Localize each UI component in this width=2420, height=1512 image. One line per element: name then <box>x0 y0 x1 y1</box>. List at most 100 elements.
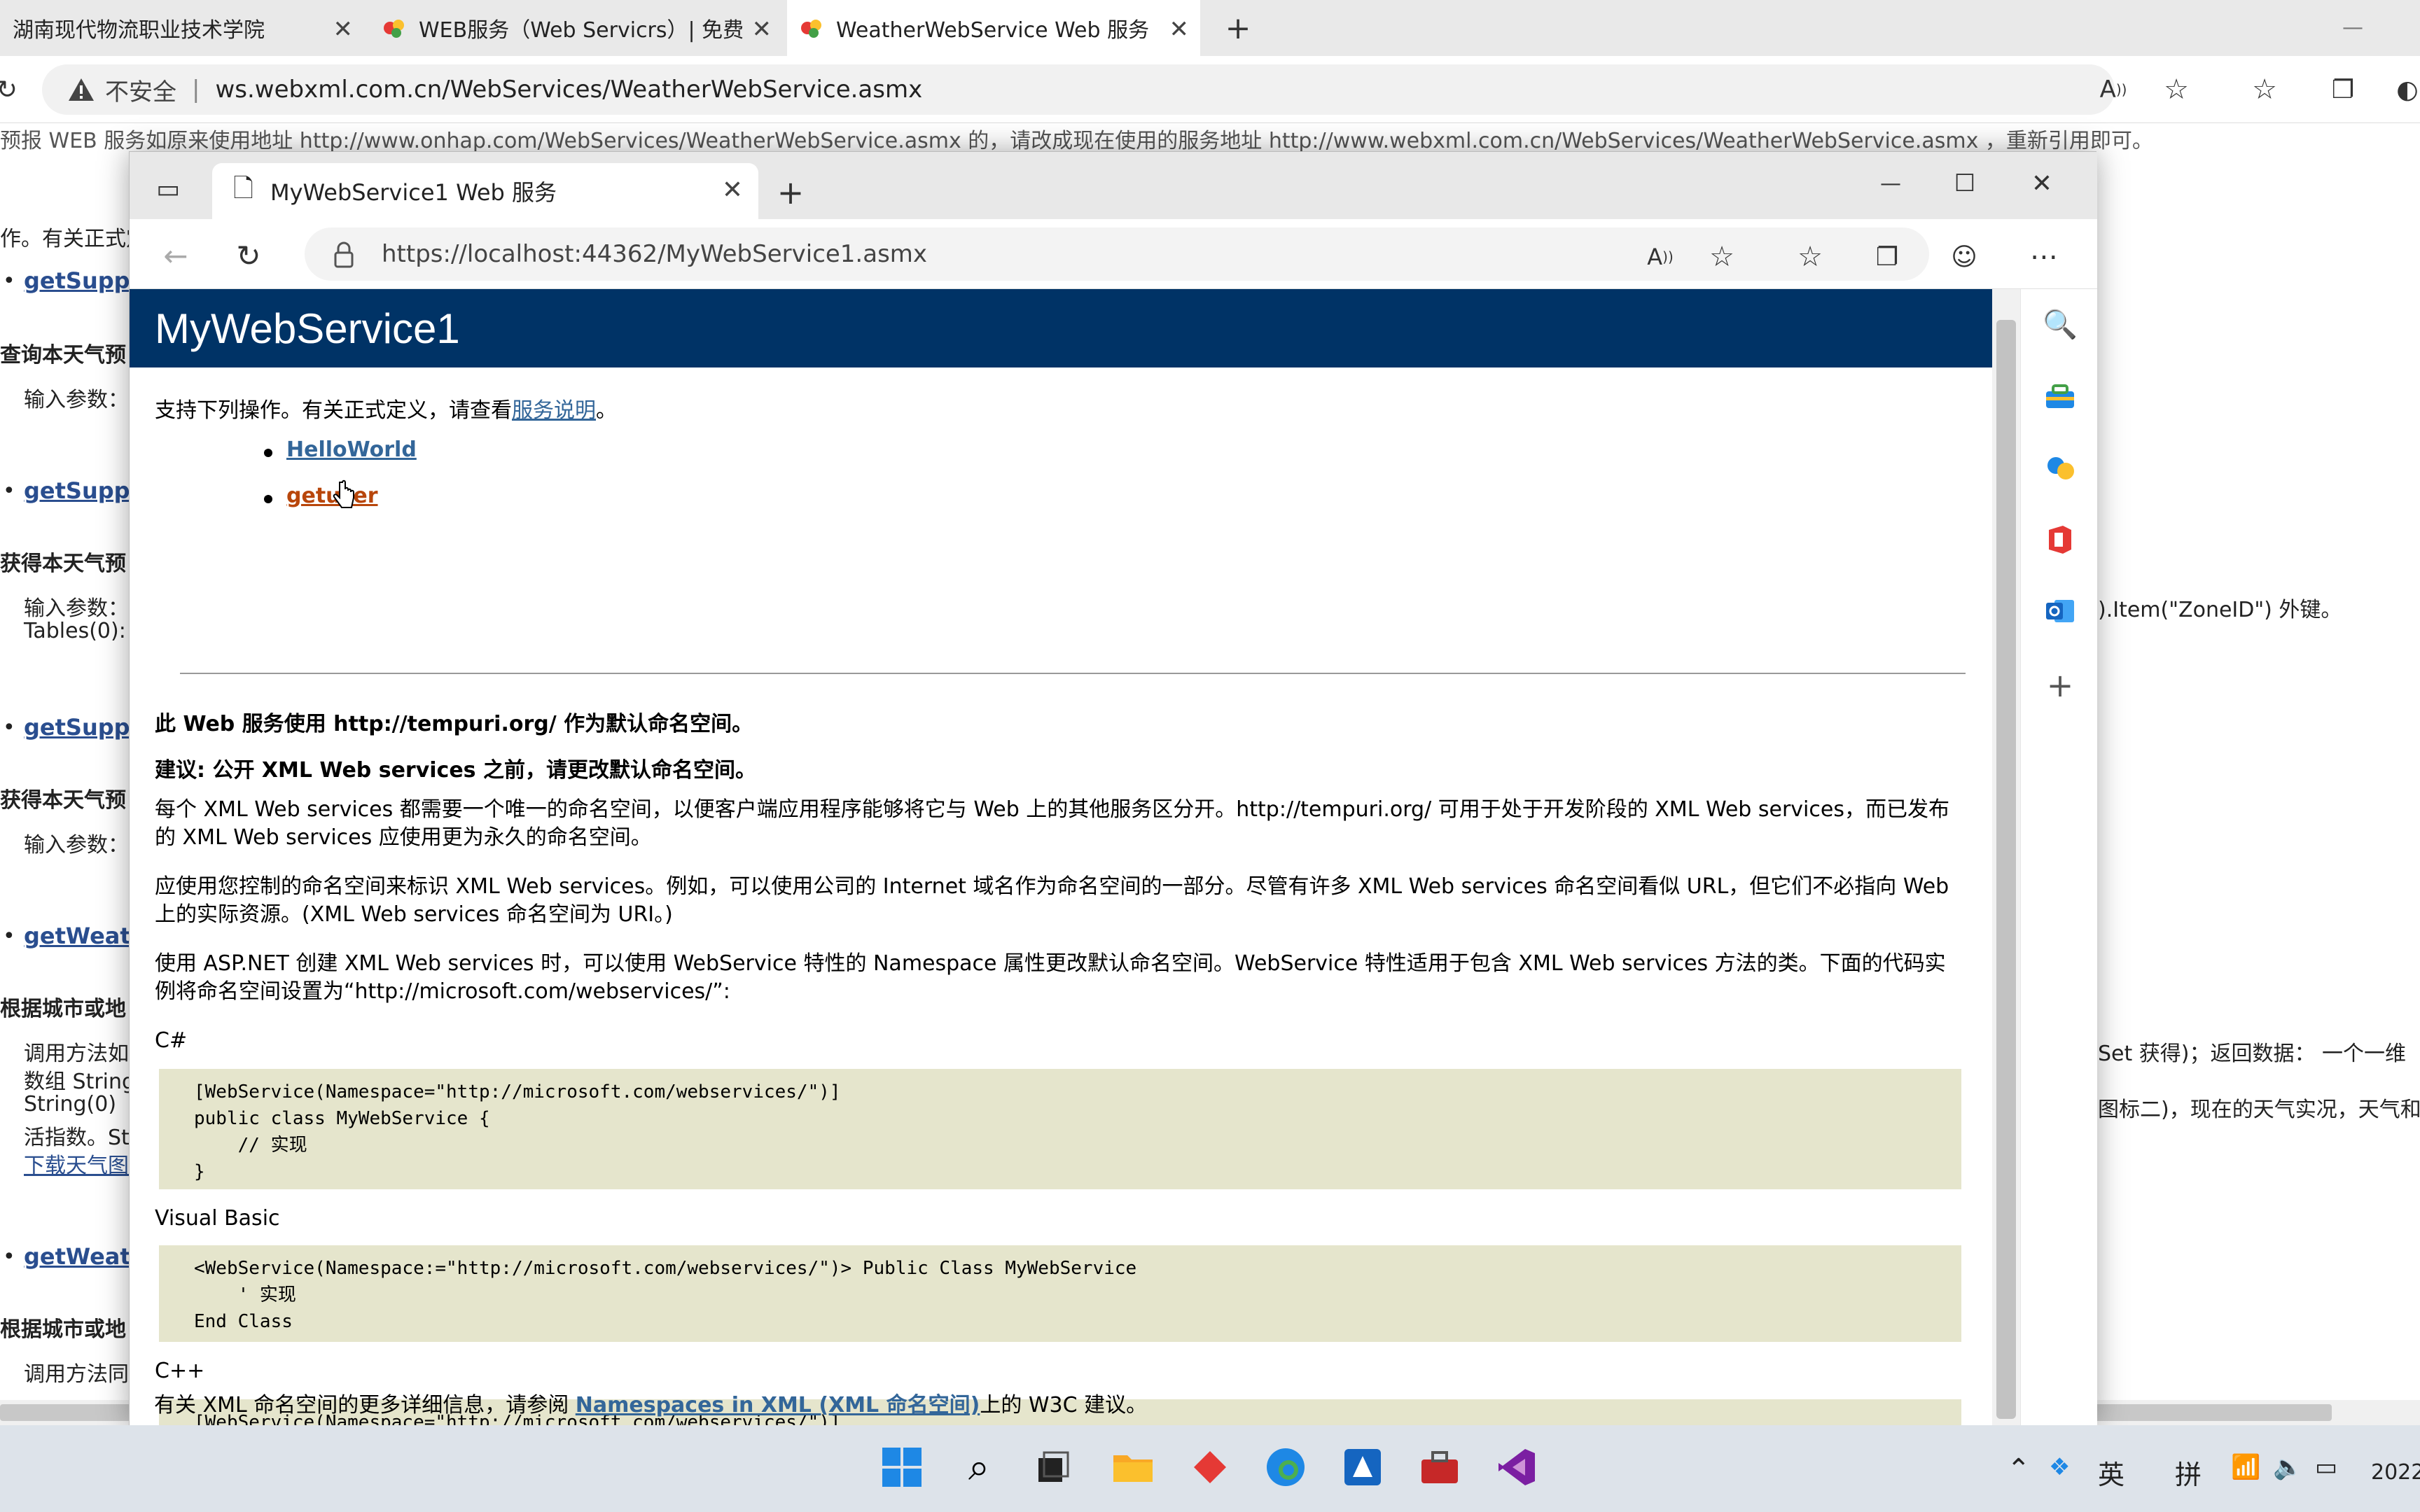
start-icon[interactable] <box>874 1439 930 1495</box>
bg-right-fragment: 图标二)，现在的天气实况，天气和生 <box>2098 1098 2420 1122</box>
bg-tab-webservice[interactable]: WEB服务（Web Servicrs）| 免费 ✕ <box>370 0 783 56</box>
add-sidebar-app-icon[interactable]: + <box>2039 664 2081 706</box>
footer-pre: 有关 XML 命名空间的更多详细信息，请参阅 <box>154 1393 576 1418</box>
add-favorite-icon[interactable]: ☆ <box>2157 70 2196 109</box>
fg-tab-active[interactable]: 🗋 MyWebService1 Web 服务 ✕ <box>212 163 758 219</box>
bg-method-line: String(0) <box>24 1092 117 1116</box>
lang-label-vb: Visual Basic <box>155 1206 280 1231</box>
bg-url-field[interactable]: 不安全 | ws.webxml.com.cn/WebServices/Weath… <box>42 64 2115 115</box>
edge-browser-icon[interactable] <box>1258 1439 1314 1495</box>
close-window-icon[interactable]: ✕ <box>2017 166 2066 201</box>
bg-intro-fragment: 作。有关正式定 <box>0 227 147 251</box>
minimize-icon[interactable]: — <box>2332 10 2374 45</box>
collections-icon[interactable]: ❐ <box>2323 70 2363 109</box>
fg-scroll-thumb[interactable] <box>1996 320 2016 1419</box>
ime-mode-en[interactable]: 英 <box>2098 1453 2125 1492</box>
page-title: MyWebService1 <box>130 289 1992 368</box>
webxml-favicon-icon <box>384 20 404 38</box>
bg-tab-title: WEB服务（Web Servicrs）| 免费 <box>419 18 744 43</box>
close-icon[interactable]: ✕ <box>752 15 772 43</box>
tray-app-icon[interactable]: ❖ <box>2049 1453 2070 1481</box>
read-aloud-icon[interactable]: A)) <box>1641 237 1680 276</box>
bg-operation-link[interactable]: getSuppo <box>24 267 146 294</box>
more-icon[interactable]: ⋯ <box>2024 237 2064 276</box>
shopping-icon[interactable] <box>2039 376 2081 418</box>
close-icon[interactable]: ✕ <box>333 15 354 43</box>
battery-icon[interactable]: ▭ <box>2315 1453 2337 1481</box>
bg-right-fragment: ).Item("ZoneID") 外键。 <box>2098 598 2342 622</box>
bg-heading: 查询本天气预 <box>0 343 126 368</box>
bg-right-fragment: Set 获得)；返回数据： 一个一维 <box>2098 1042 2407 1066</box>
add-favorite-icon[interactable]: ☆ <box>1702 237 1741 276</box>
app-blue-icon[interactable] <box>1335 1439 1391 1495</box>
app-diamond-icon[interactable] <box>1182 1439 1238 1495</box>
url-separator: | <box>192 76 200 104</box>
refresh-icon[interactable]: ↻ <box>0 69 18 111</box>
lock-icon <box>334 241 354 268</box>
file-explorer-icon[interactable] <box>1105 1439 1161 1495</box>
outlook-icon[interactable] <box>2039 590 2081 632</box>
bg-tab-college[interactable]: 湖南现代物流职业技术学院 ✕ <box>0 0 364 56</box>
paragraph-2: 应使用您控制的命名空间来标识 XML Web services。例如，可以使用公… <box>155 874 1949 927</box>
volume-icon[interactable]: 🔈 <box>2273 1453 2302 1481</box>
bg-operation-link[interactable]: getWeat <box>24 1243 131 1270</box>
bullet <box>264 449 272 457</box>
favorites-icon[interactable]: ☆ <box>2245 70 2284 109</box>
app-toolbox-icon[interactable] <box>1412 1439 1468 1495</box>
visual-studio-icon[interactable] <box>1489 1439 1545 1495</box>
read-aloud-icon[interactable]: A)) <box>2094 70 2133 109</box>
clock-year[interactable]: 2022 <box>2371 1460 2420 1485</box>
close-icon[interactable]: ✕ <box>1169 15 1190 43</box>
bg-method-line: 调用方法如 <box>24 1042 129 1066</box>
search-icon[interactable]: 🔍 <box>2039 303 2081 345</box>
bg-method-line: 活指数。St <box>24 1126 130 1150</box>
favorites-icon[interactable]: ☆ <box>1790 237 1830 276</box>
bg-notice: 预报 WEB 服务如原来使用地址 http://www.onhap.com/We… <box>0 129 2153 153</box>
bg-tab-title: WeatherWebService Web 服务 <box>836 18 1150 43</box>
warning-icon <box>69 78 94 101</box>
task-view-icon[interactable] <box>1025 1439 1081 1495</box>
fg-url-field[interactable]: https://localhost:44362/MyWebService1.as… <box>305 227 1929 281</box>
fg-browser-window: ▭ 🗋 MyWebService1 Web 服务 ✕ + — ☐ ✕ ← ↻ h… <box>129 151 2097 1426</box>
new-tab-icon[interactable]: + <box>1218 8 1258 48</box>
bullet <box>264 495 272 503</box>
lang-label-cpp: C++ <box>155 1359 205 1383</box>
back-icon[interactable]: ← <box>156 236 195 275</box>
operation-link-helloworld[interactable]: HelloWorld <box>286 438 417 462</box>
bullet: • <box>3 1245 15 1269</box>
bullet: • <box>3 269 15 293</box>
webxml-favicon-icon <box>801 20 821 38</box>
tab-actions-icon[interactable]: ▭ <box>151 172 186 206</box>
edge-sidebar: 🔍 + <box>2020 289 2097 1426</box>
ime-mode-pinyin[interactable]: 拼 <box>2175 1453 2202 1492</box>
bg-download-link[interactable]: 下载天气图 <box>24 1148 129 1179</box>
fg-titlebar: ▭ 🗋 MyWebService1 Web 服务 ✕ + — ☐ ✕ <box>130 152 2097 219</box>
bg-operation-link[interactable]: getSuppo <box>24 477 146 504</box>
page-icon: 🗋 <box>233 174 253 203</box>
bg-operation-link[interactable]: getSuppo <box>24 714 146 741</box>
service-description-link[interactable]: 服务说明 <box>512 398 596 423</box>
default-namespace-note: 此 Web 服务使用 http://tempuri.org/ 作为默认命名空间。 <box>155 712 753 736</box>
search-icon[interactable]: ⌕ <box>951 1439 1007 1495</box>
games-icon[interactable] <box>2039 447 2081 489</box>
tray-chevron-icon[interactable]: ⌃ <box>2007 1453 2031 1485</box>
bg-param: 输入参数： <box>24 388 129 412</box>
service-page: MyWebService1 支持下列操作。有关正式定义，请查看服务说明。 Hel… <box>130 289 1992 1426</box>
bg-operation-link[interactable]: getWeat <box>24 923 131 949</box>
maximize-icon[interactable]: ☐ <box>1940 166 1989 201</box>
namespaces-link[interactable]: Namespaces in XML (XML 命名空间) <box>576 1393 980 1418</box>
bg-tab-weather[interactable]: WeatherWebService Web 服务 ✕ <box>787 0 1200 56</box>
office-icon[interactable] <box>2039 519 2081 561</box>
new-tab-icon[interactable]: + <box>771 173 810 212</box>
profile-icon[interactable]: ☺ <box>1945 237 1984 276</box>
bg-tab-title: 湖南现代物流职业技术学院 <box>13 18 265 43</box>
collections-icon[interactable]: ❐ <box>1868 237 1907 276</box>
close-icon[interactable]: ✕ <box>722 176 743 204</box>
bg-heading: 根据城市或地 <box>0 997 126 1021</box>
profile-icon[interactable]: ◐ <box>2395 70 2420 109</box>
url-text: ws.webxml.com.cn/WebServices/WeatherWebS… <box>215 76 923 104</box>
recommendation: 建议: 公开 XML Web services 之前，请更改默认命名空间。 <box>155 758 756 783</box>
wifi-icon[interactable]: 📶 <box>2231 1453 2260 1481</box>
refresh-icon[interactable]: ↻ <box>229 236 268 275</box>
minimize-icon[interactable]: — <box>1866 166 1915 201</box>
